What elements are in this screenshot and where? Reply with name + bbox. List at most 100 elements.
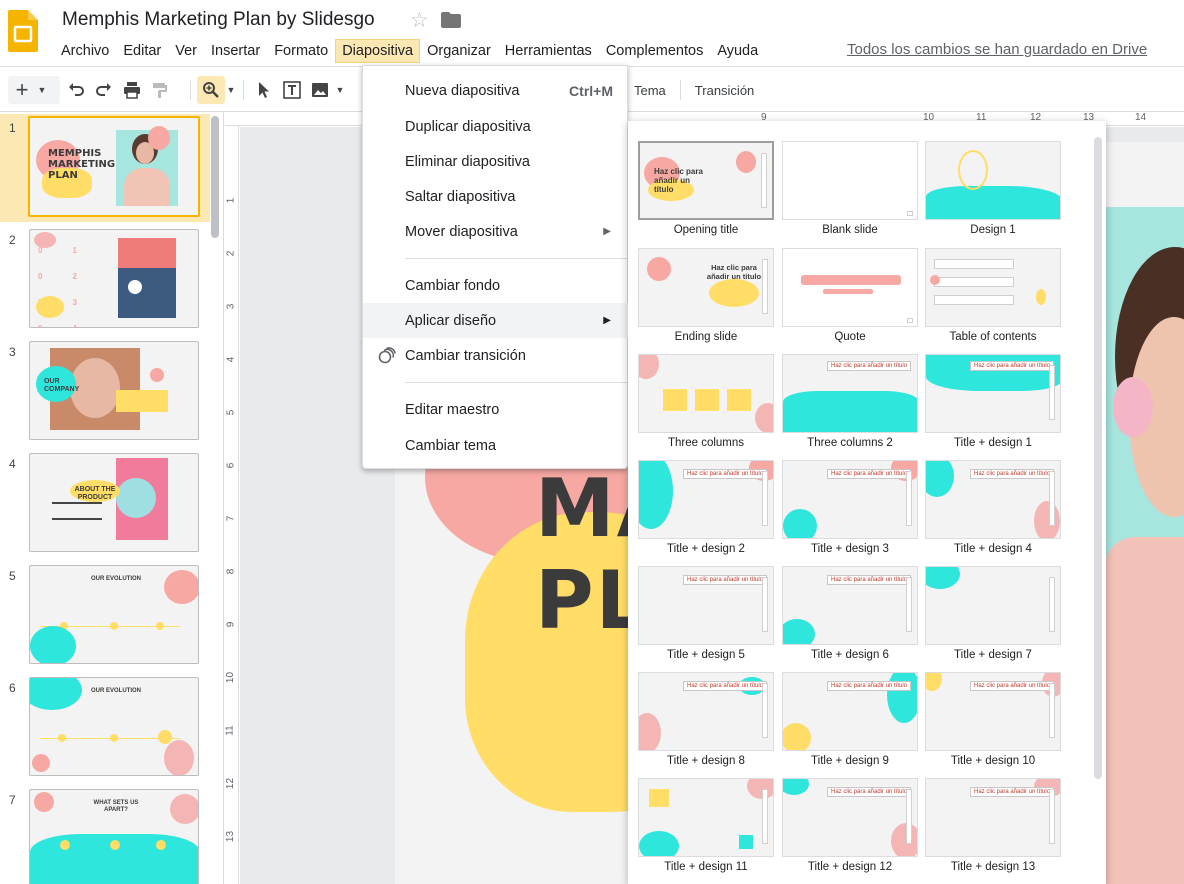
- layout-thumbnail: Haz clic para añadir un título: [782, 566, 918, 645]
- slide-thumbnail[interactable]: OUR EVOLUTION: [29, 677, 199, 776]
- print-icon[interactable]: [118, 76, 146, 104]
- menu-item-skip-slide[interactable]: Saltar diapositiva: [363, 179, 629, 214]
- toolbar-divider: [190, 80, 191, 100]
- slide-thumbnail-row[interactable]: 1 MEMPHIS MARKETING PLAN: [0, 114, 210, 222]
- new-slide-button[interactable]: + ▼: [8, 76, 60, 104]
- menu-item-change-transition[interactable]: Cambiar transición: [363, 338, 629, 373]
- star-icon[interactable]: ☆: [410, 8, 429, 33]
- pink-blob: [1034, 501, 1060, 538]
- menu-item-move-slide[interactable]: Mover diapositiva ▶: [363, 214, 629, 249]
- layout-thumbnail: Haz clic para añadir un título: [782, 672, 918, 751]
- pink-blob: [647, 257, 671, 281]
- slides-logo-icon[interactable]: [8, 10, 38, 52]
- layout-mini-box: [907, 211, 913, 216]
- layout-mini-box: [907, 318, 913, 323]
- slide-number: 4: [9, 457, 16, 471]
- slide-thumbnail[interactable]: MEMPHIS MARKETING PLAN: [28, 116, 200, 217]
- slide-thumbnail[interactable]: 01 02 03 04: [29, 229, 199, 328]
- image-chevron-icon[interactable]: ▼: [334, 76, 346, 104]
- menu-organizar[interactable]: Organizar: [420, 39, 498, 63]
- layout-panel-scrollbar[interactable]: [1094, 137, 1102, 779]
- slide-thumbnail-row[interactable]: 7 WHAT SETS US APART?: [0, 786, 210, 884]
- menu-formato[interactable]: Formato: [267, 39, 335, 63]
- slide-thumbnail[interactable]: OUR COMPANY: [29, 341, 199, 440]
- slide-number: 5: [9, 569, 16, 583]
- folder-icon[interactable]: [441, 12, 461, 28]
- layout-label: Three columns 2: [807, 437, 893, 449]
- text-box-icon[interactable]: [278, 76, 306, 104]
- slide-thumbnail[interactable]: WHAT SETS US APART?: [29, 789, 199, 884]
- menu-item-delete-slide[interactable]: Eliminar diapositiva: [363, 144, 629, 179]
- layout-submenu: Haz clic para añadir un título Opening t…: [628, 121, 1106, 884]
- ruler-label: 2: [225, 250, 237, 257]
- vertical-ruler[interactable]: 1 2 3 4 5 6 7 8 9 10 11 12 13: [225, 126, 239, 884]
- filmstrip-scrollbar[interactable]: [211, 116, 219, 238]
- chevron-down-icon[interactable]: ▼: [36, 76, 48, 104]
- teal-blob: [783, 509, 817, 538]
- slide-number: 3: [9, 345, 16, 359]
- menu-complementos[interactable]: Complementos: [599, 39, 711, 63]
- menu-editar[interactable]: Editar: [116, 39, 168, 63]
- layout-sidebar: [1049, 683, 1055, 738]
- slide-title: MEMPHIS MARKETING PLAN: [48, 148, 116, 181]
- undo-icon[interactable]: [62, 76, 90, 104]
- menu-item-label: Saltar diapositiva: [405, 188, 516, 205]
- toc-row: [934, 259, 1014, 269]
- transition-icon: [378, 346, 396, 363]
- layout-label: Table of contents: [949, 331, 1037, 343]
- layout-label: Title + design 3: [811, 543, 889, 555]
- slide-thumbnail[interactable]: OUR EVOLUTION: [29, 565, 199, 664]
- layout-thumbnail: [925, 566, 1061, 645]
- slide-dropdown-menu: Nueva diapositiva Ctrl+M Duplicar diapos…: [362, 65, 629, 469]
- pink-blob: [148, 126, 170, 150]
- document-title[interactable]: Memphis Marketing Plan by Slidesgo: [62, 9, 375, 31]
- transition-button[interactable]: Transición: [687, 83, 762, 98]
- menu-ayuda[interactable]: Ayuda: [710, 39, 765, 63]
- menu-ver[interactable]: Ver: [168, 39, 204, 63]
- slide-thumbnail-row[interactable]: 2 01 02 03 04: [0, 226, 210, 334]
- yellow-blob: [926, 673, 942, 691]
- text-box: [116, 390, 168, 412]
- save-status-link[interactable]: Todos los cambios se han guardado en Dri…: [847, 41, 1147, 58]
- layout-sidebar: [762, 259, 768, 314]
- layout-label: Opening title: [673, 224, 739, 236]
- layout-label: Title + design 7: [954, 649, 1032, 661]
- menu-herramientas[interactable]: Herramientas: [498, 39, 599, 63]
- menu-item-new-slide[interactable]: Nueva diapositiva Ctrl+M: [363, 73, 629, 108]
- theme-button[interactable]: Tema: [626, 83, 674, 98]
- layout-label: Title + design 13: [950, 861, 1036, 873]
- paint-format-icon[interactable]: [146, 76, 174, 104]
- menu-item-label: Mover diapositiva: [405, 223, 518, 240]
- layout-thumbnail: Haz clic para añadir un título: [925, 672, 1061, 751]
- select-cursor-icon[interactable]: [250, 76, 278, 104]
- zoom-chevron-icon[interactable]: ▼: [225, 76, 237, 104]
- slide-thumbnail-row[interactable]: 6 OUR EVOLUTION: [0, 674, 210, 782]
- menubar: Archivo Editar Ver Insertar Formato Diap…: [54, 36, 765, 65]
- layout-thumbnail: Haz clic para añadir un título: [638, 141, 774, 220]
- menu-insertar[interactable]: Insertar: [204, 39, 267, 63]
- pink-dot: [930, 275, 940, 285]
- slide-thumbnail-row[interactable]: 5 OUR EVOLUTION: [0, 562, 210, 670]
- layout-placeholder-title: Haz clic para añadir un título: [683, 469, 768, 479]
- slide-thumbnail-row[interactable]: 3 OUR COMPANY: [0, 338, 210, 446]
- menu-diapositiva[interactable]: Diapositiva: [335, 38, 421, 63]
- menu-item-duplicate-slide[interactable]: Duplicar diapositiva: [363, 109, 629, 144]
- shirt-shape: [1105, 537, 1184, 884]
- menu-divider: [405, 382, 629, 383]
- menu-item-edit-master[interactable]: Editar maestro: [363, 392, 629, 427]
- layout-placeholder-title: Haz clic para añadir un título: [683, 575, 768, 585]
- slide-filmstrip[interactable]: 1 MEMPHIS MARKETING PLAN 2 01 02 03 04: [0, 112, 224, 884]
- menu-item-change-theme[interactable]: Cambiar tema: [363, 428, 629, 463]
- slide-thumbnail-row[interactable]: 4 ABOUT THE PRODUCT: [0, 450, 210, 558]
- menu-item-label: Nueva diapositiva: [405, 82, 520, 99]
- zoom-icon[interactable]: [197, 76, 225, 104]
- menu-archivo[interactable]: Archivo: [54, 39, 116, 63]
- layout-thumbnail: [638, 778, 774, 857]
- slide-thumbnail[interactable]: ABOUT THE PRODUCT: [29, 453, 199, 552]
- image-icon[interactable]: [306, 76, 334, 104]
- menu-item-apply-layout[interactable]: Aplicar diseño ▶: [363, 303, 629, 338]
- menu-item-change-background[interactable]: Cambiar fondo: [363, 268, 629, 303]
- layout-sidebar: [762, 577, 768, 632]
- redo-icon[interactable]: [90, 76, 118, 104]
- layout-sidebar: [1049, 365, 1055, 420]
